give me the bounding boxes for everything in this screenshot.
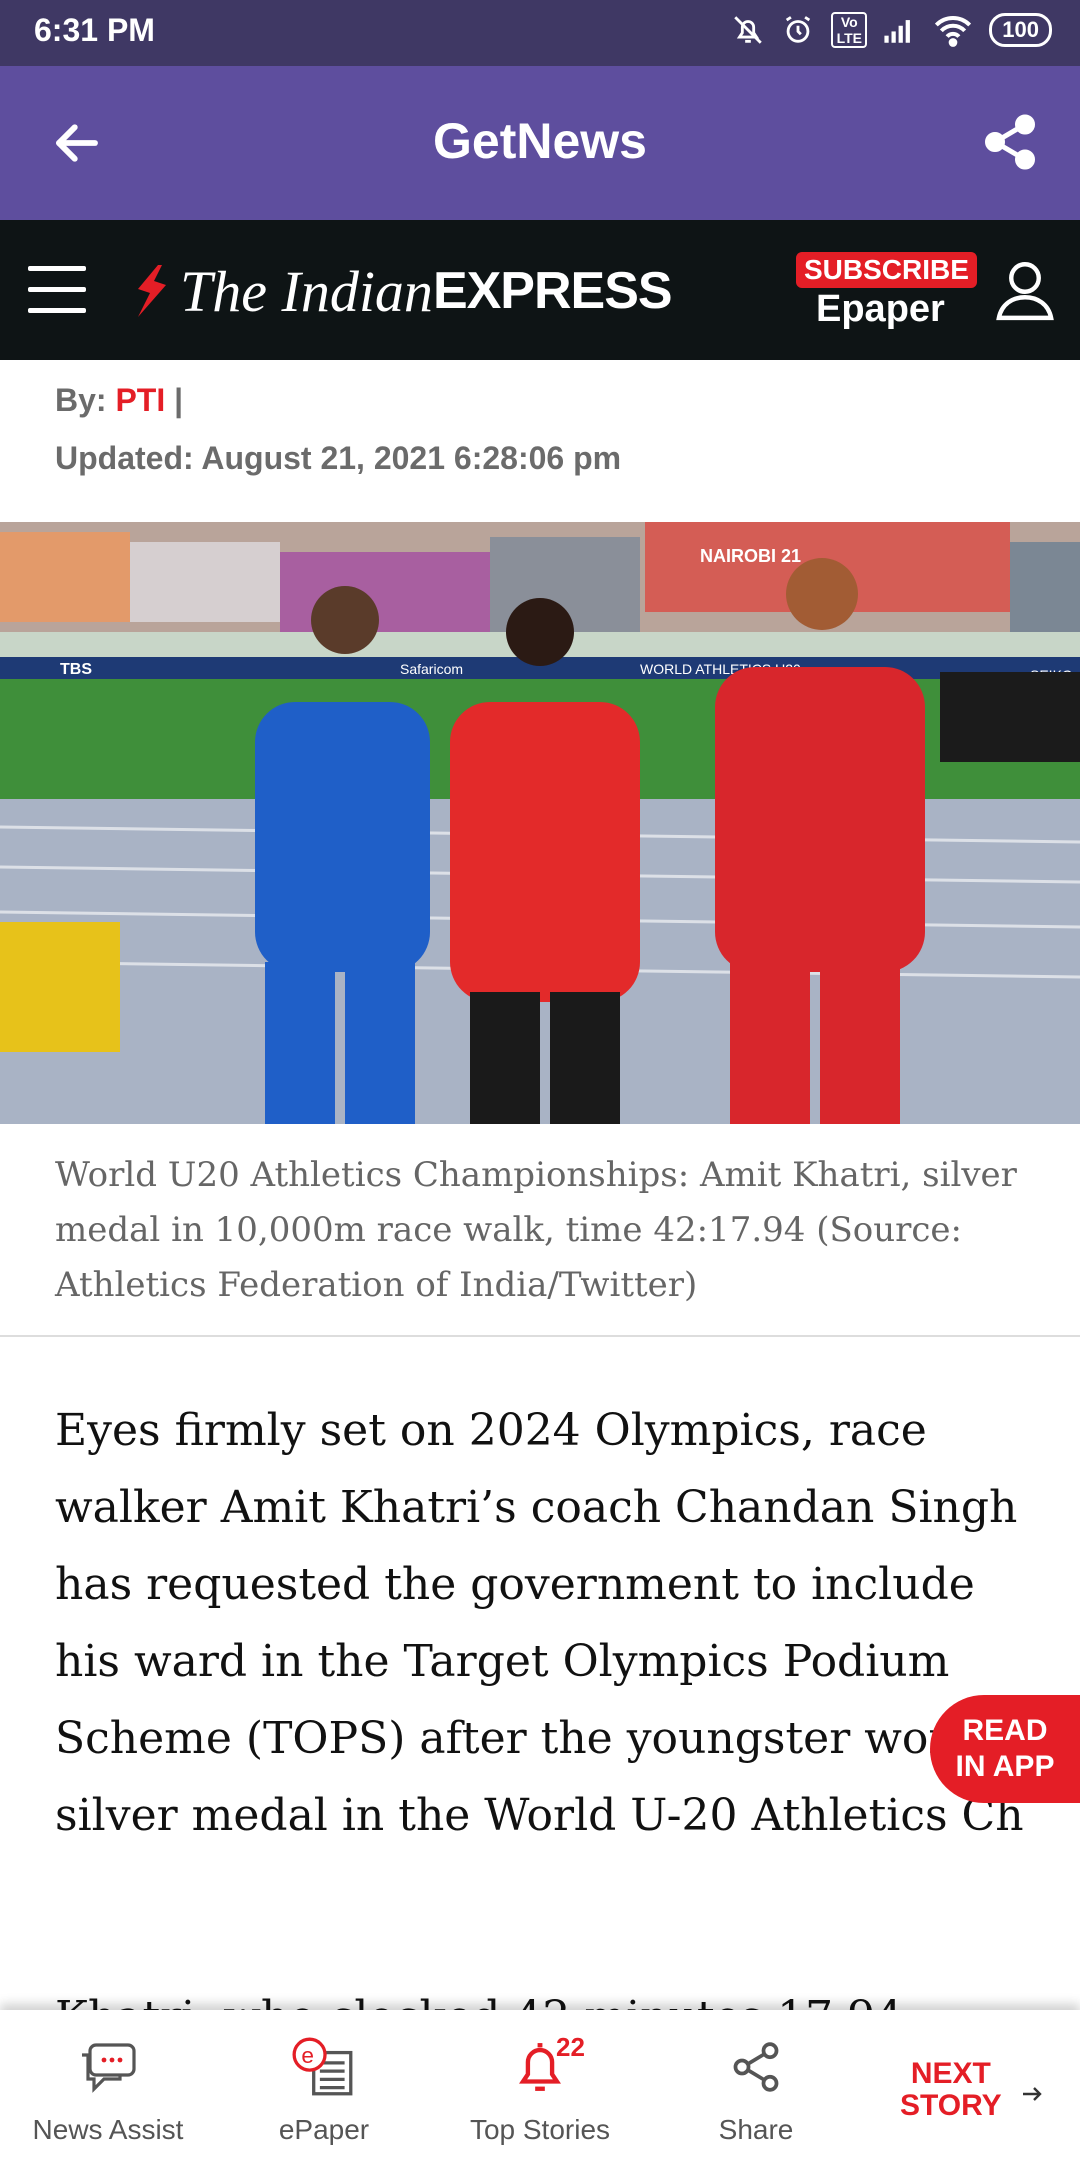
next-story-line1: NEXT: [910, 2057, 991, 2090]
nav-epaper-label: ePaper: [278, 2114, 370, 2145]
article-body: Eyes firmly set on 2024 Olympics, race w…: [55, 1405, 1024, 1841]
mute-icon: [734, 16, 763, 44]
article-next-paragraph: Khatri, who clocked 42 minutes 17.94: [55, 1988, 1030, 2010]
app-bar: GetNews: [0, 66, 1080, 220]
nav-epaper[interactable]: e ePaper: [216, 2030, 432, 2146]
bottom-nav: News Assist e ePaper 22 Top Stories Shar…: [0, 2010, 1080, 2160]
alarm-icon: [786, 16, 811, 43]
read-in-app-line2: IN APP: [955, 1750, 1055, 1783]
hamburger-menu-icon[interactable]: [28, 266, 86, 314]
nav-top-stories-label: Top Stories: [469, 2114, 611, 2145]
chat-icon: [82, 2043, 136, 2093]
next-story-button[interactable]: NEXT STORY: [900, 2058, 1002, 2122]
hero-image: TBS Safaricom WORLD ATHLETICS U20 NAIROB…: [0, 522, 1080, 1124]
hero-sign-tbs: TBS: [60, 661, 92, 678]
epaper-link[interactable]: Epaper: [816, 288, 945, 331]
chevron-right-icon[interactable]: [1020, 2082, 1044, 2106]
logo-express-text: EXPRESS: [432, 262, 673, 320]
nav-news-assist[interactable]: News Assist: [0, 2030, 216, 2146]
top-stories-badge: 22: [556, 2032, 585, 2062]
read-in-app-line1: READ: [962, 1714, 1048, 1747]
image-caption: World U20 Athletics Championships: Amit …: [55, 1155, 1017, 1305]
nav-share-label: Share: [718, 2114, 794, 2145]
author-link[interactable]: PTI: [115, 382, 165, 418]
publisher-logo[interactable]: The Indian EXPRESS: [130, 256, 673, 326]
share-icon[interactable]: [980, 112, 1040, 172]
by-label: By:: [55, 382, 107, 418]
read-in-app-button[interactable]: READ IN APP: [930, 1695, 1080, 1803]
nav-news-assist-label: News Assist: [32, 2114, 184, 2145]
volte-icon: Vo LTE: [831, 12, 868, 48]
profile-icon[interactable]: [992, 256, 1058, 322]
publisher-header: The Indian EXPRESS SUBSCRIBE Epaper: [0, 220, 1080, 360]
svg-text:e: e: [301, 2043, 314, 2068]
share-icon: [733, 2042, 779, 2092]
hero-sign-safaricom: Safaricom: [400, 661, 463, 677]
nav-share[interactable]: Share: [648, 2030, 864, 2146]
logo-mark-icon: [138, 265, 166, 317]
battery-icon: 100: [989, 13, 1052, 47]
app-title: GetNews: [433, 113, 647, 169]
epaper-icon: e: [292, 2037, 353, 2096]
signal-icon: [884, 20, 911, 43]
status-bar: 6:31 PM Vo LTE 100: [0, 0, 1080, 66]
wifi-icon: [935, 16, 972, 47]
status-time: 6:31 PM: [34, 12, 155, 48]
nav-top-stories[interactable]: 22 Top Stories: [432, 2030, 648, 2146]
updated-timestamp: Updated: August 21, 2021 6:28:06 pm: [55, 440, 622, 476]
byline-separator: |: [174, 382, 184, 418]
status-icons: Vo LTE 100: [731, 12, 1052, 48]
byline: By: PTI |: [55, 382, 183, 419]
next-story-line2: STORY: [900, 2089, 1002, 2122]
subscribe-button[interactable]: SUBSCRIBE: [796, 252, 977, 288]
caption-divider: [0, 1335, 1080, 1337]
logo-the-text: The Indian: [180, 258, 433, 324]
hero-sign-nairobi: NAIROBI 21: [700, 546, 801, 566]
